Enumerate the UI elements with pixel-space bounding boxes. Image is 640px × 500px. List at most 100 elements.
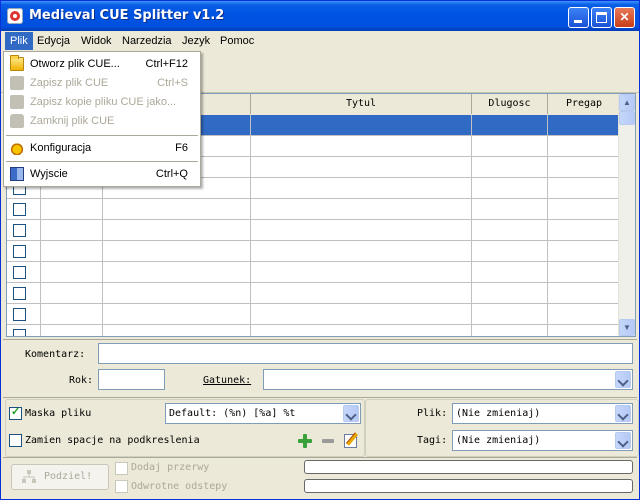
table-row[interactable]	[7, 220, 621, 241]
main-window: Medieval CUE Splitter v1.2 ✕ Plik Edycja…	[0, 0, 640, 500]
menu-item-save-cue[interactable]: Zapisz plik CUE Ctrl+S	[4, 73, 200, 93]
genre-label: Gatunek:	[203, 375, 251, 386]
comment-input[interactable]	[98, 343, 633, 364]
minimize-icon	[574, 20, 582, 23]
arrow-up-icon: ▲	[623, 98, 631, 107]
genre-select[interactable]	[263, 369, 633, 390]
save-icon	[10, 76, 24, 90]
tags-select-value: (Nie zmieniaj)	[456, 435, 541, 446]
replace-spaces-checkbox[interactable]	[9, 434, 22, 447]
arrow-down-icon: ▼	[623, 323, 631, 332]
menu-plik[interactable]: Plik	[5, 32, 33, 50]
menu-item-label: Zamknij plik CUE	[30, 115, 115, 127]
row-checkbox[interactable]	[13, 329, 26, 336]
edit-icon[interactable]	[343, 432, 359, 448]
save-copy-icon	[10, 95, 24, 109]
menu-widok[interactable]: Widok	[76, 32, 117, 50]
track-progress-bar	[304, 460, 633, 474]
menu-item-label: Wyjscie	[30, 168, 68, 180]
close-icon: ✕	[619, 10, 630, 24]
file-mask-value: Default: (%n) [%a] %t	[169, 408, 296, 419]
reverse-gaps-label: Odwrotne odstepy	[131, 481, 228, 492]
add-gaps-checkbox[interactable]	[115, 462, 128, 475]
row-checkbox[interactable]	[13, 266, 26, 279]
file-mask-checkbox[interactable]	[9, 405, 22, 420]
exit-icon	[10, 167, 24, 181]
menu-item-shortcut: Ctrl+S	[157, 77, 188, 89]
row-checkbox[interactable]	[13, 224, 26, 237]
minimize-button[interactable]	[568, 7, 589, 28]
row-checkbox[interactable]	[13, 245, 26, 258]
column-header-title[interactable]: Tytul	[251, 94, 472, 114]
table-row[interactable]	[7, 262, 621, 283]
table-row[interactable]	[7, 241, 621, 262]
remove-icon[interactable]	[321, 434, 335, 448]
split-button-label: Podziel!	[44, 471, 93, 482]
chevron-down-icon[interactable]	[615, 371, 631, 388]
row-checkbox[interactable]	[13, 203, 26, 216]
menu-item-exit[interactable]: Wyjscie Ctrl+Q	[4, 164, 200, 184]
chevron-down-icon[interactable]	[343, 405, 359, 422]
split-icon	[22, 470, 36, 483]
split-button[interactable]: Podziel!	[11, 464, 109, 490]
config-icon	[10, 141, 24, 155]
file-label: Plik:	[417, 408, 448, 419]
file-menu-dropdown: Otworz plik CUE... Ctrl+F12 Zapisz plik …	[3, 51, 201, 187]
tags-label: Tagi:	[417, 435, 448, 446]
row-checkbox[interactable]	[13, 308, 26, 321]
title-bar[interactable]: Medieval CUE Splitter v1.2 ✕	[1, 1, 639, 31]
table-row[interactable]	[7, 283, 621, 304]
menu-item-label: Zapisz kopie pliku CUE jako...	[30, 96, 177, 108]
column-divider	[547, 115, 548, 336]
file-select[interactable]: (Nie zmieniaj)	[452, 403, 633, 424]
menu-item-open-cue[interactable]: Otworz plik CUE... Ctrl+F12	[4, 54, 200, 74]
genre-label-text: Gatunek:	[203, 375, 252, 386]
row-checkbox[interactable]	[13, 287, 26, 300]
column-divider	[250, 115, 251, 336]
scroll-down-button[interactable]: ▼	[619, 319, 635, 336]
chevron-down-icon[interactable]	[615, 432, 631, 449]
menu-item-close-cue[interactable]: Zamknij plik CUE	[4, 111, 200, 131]
close-file-icon	[10, 114, 24, 128]
menu-item-label: Otworz plik CUE...	[30, 58, 120, 70]
scroll-thumb[interactable]	[619, 111, 635, 125]
menu-narzedzia[interactable]: Narzedzia	[117, 32, 177, 50]
open-folder-icon	[10, 55, 24, 71]
menu-item-shortcut: F6	[175, 142, 188, 154]
menu-separator	[6, 161, 198, 162]
table-row[interactable]	[7, 325, 621, 336]
medieval-app-icon[interactable]	[7, 8, 23, 24]
menu-bar: Plik Edycja Widok Narzedzia Jezyk Pomoc	[1, 31, 639, 51]
menu-item-shortcut: Ctrl+Q	[155, 168, 188, 180]
add-icon[interactable]	[298, 434, 312, 448]
menu-item-save-copy[interactable]: Zapisz kopie pliku CUE jako...	[4, 92, 200, 112]
total-progress-bar	[304, 479, 633, 493]
menu-jezyk[interactable]: Jezyk	[177, 32, 215, 50]
menu-edycja[interactable]: Edycja	[32, 32, 75, 50]
table-row[interactable]	[7, 304, 621, 325]
maximize-button[interactable]	[591, 7, 612, 28]
replace-spaces-label: Zamien spacje na podkreslenia	[25, 435, 200, 446]
table-row[interactable]	[7, 199, 621, 220]
column-header-pregap[interactable]: Pregap	[548, 94, 621, 114]
options-divider	[3, 397, 637, 398]
actions-divider	[3, 457, 637, 458]
close-button[interactable]: ✕	[614, 7, 635, 28]
scroll-up-button[interactable]: ▲	[619, 94, 635, 111]
vertical-scrollbar[interactable]: ▲ ▼	[618, 94, 635, 336]
year-input[interactable]	[98, 369, 165, 390]
tags-select[interactable]: (Nie zmieniaj)	[452, 430, 633, 451]
menu-pomoc[interactable]: Pomoc	[215, 32, 259, 50]
column-header-length[interactable]: Dlugosc	[472, 94, 548, 114]
year-label: Rok:	[69, 375, 94, 386]
file-mask-select[interactable]: Default: (%n) [%a] %t	[165, 403, 361, 424]
menu-item-configuration[interactable]: Konfiguracja F6	[4, 138, 200, 158]
reverse-gaps-checkbox[interactable]	[115, 480, 128, 493]
add-gaps-label: Dodaj przerwy	[131, 462, 210, 473]
menu-separator	[6, 135, 198, 136]
column-divider	[471, 115, 472, 336]
file-mask-label: Maska pliku	[25, 408, 92, 419]
menu-item-shortcut: Ctrl+F12	[145, 58, 189, 70]
info-divider	[3, 339, 637, 340]
chevron-down-icon[interactable]	[615, 405, 631, 422]
